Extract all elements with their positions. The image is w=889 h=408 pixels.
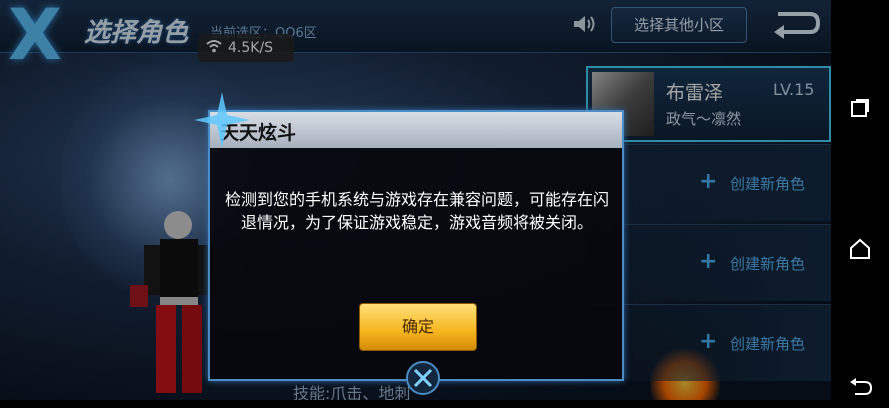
compatibility-dialog: 天天炫斗 检测到您的手机系统与游戏存在兼容问题，可能存在闪退情况，为了保证游戏稳…	[194, 92, 624, 381]
game-screen: 技能:爪击、地刺 X 选择角色 当前选区：QQ6区 选择其他小区 4.5K/S …	[0, 0, 831, 400]
dialog-titlebar: 天天炫斗	[210, 112, 622, 148]
confirm-button[interactable]: 确定	[359, 303, 477, 351]
recent-apps-icon[interactable]	[831, 90, 889, 130]
system-navigation-bar	[831, 0, 889, 400]
home-icon[interactable]	[831, 230, 889, 270]
back-icon[interactable]	[831, 368, 889, 408]
dialog-message: 检测到您的手机系统与游戏存在兼容问题，可能存在闪退情况，为了保证游戏稳定，游戏音…	[224, 190, 609, 232]
star-sparkle-icon	[194, 92, 250, 148]
x-emblem-icon	[406, 361, 440, 395]
